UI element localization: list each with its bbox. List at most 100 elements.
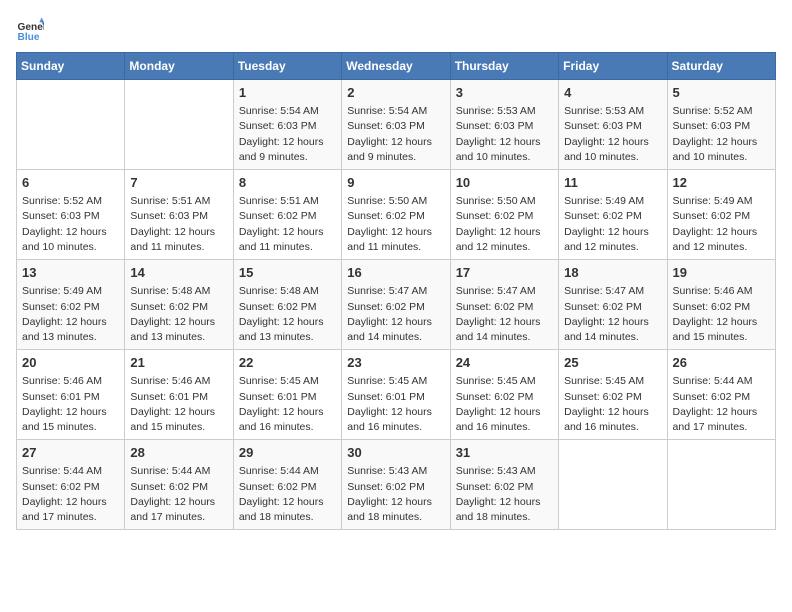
day-number: 6 <box>22 174 119 192</box>
calendar-cell: 17 Sunrise: 5:47 AM Sunset: 6:02 PM Dayli… <box>450 260 558 350</box>
calendar-cell: 16 Sunrise: 5:47 AM Sunset: 6:02 PM Dayli… <box>342 260 450 350</box>
calendar-cell: 24 Sunrise: 5:45 AM Sunset: 6:02 PM Dayli… <box>450 350 558 440</box>
day-number: 14 <box>130 264 227 282</box>
day-info: Sunrise: 5:54 AM Sunset: 6:03 PM Dayligh… <box>239 104 336 165</box>
day-info: Sunrise: 5:45 AM Sunset: 6:01 PM Dayligh… <box>239 374 336 435</box>
day-number: 5 <box>673 84 770 102</box>
day-number: 2 <box>347 84 444 102</box>
calendar-cell: 29Sunrise: 5:44 AM Sunset: 6:02 PM Dayli… <box>233 440 341 530</box>
calendar-cell <box>125 80 233 170</box>
calendar-cell: 10 Sunrise: 5:50 AM Sunset: 6:02 PM Dayli… <box>450 170 558 260</box>
day-info: Sunrise: 5:46 AM Sunset: 6:02 PM Dayligh… <box>673 284 770 345</box>
day-number: 30 <box>347 444 444 462</box>
calendar-cell <box>667 440 775 530</box>
calendar-cell: 9 Sunrise: 5:50 AM Sunset: 6:02 PM Daylig… <box>342 170 450 260</box>
day-number: 20 <box>22 354 119 372</box>
day-number: 11 <box>564 174 661 192</box>
col-header-tuesday: Tuesday <box>233 53 341 80</box>
day-info: Sunrise: 5:46 AM Sunset: 6:01 PM Dayligh… <box>130 374 227 435</box>
day-info: Sunrise: 5:47 AM Sunset: 6:02 PM Dayligh… <box>456 284 553 345</box>
day-info: Sunrise: 5:54 AM Sunset: 6:03 PM Dayligh… <box>347 104 444 165</box>
day-number: 9 <box>347 174 444 192</box>
day-info: Sunrise: 5:49 AM Sunset: 6:02 PM Dayligh… <box>673 194 770 255</box>
day-info: Sunrise: 5:51 AM Sunset: 6:02 PM Dayligh… <box>239 194 336 255</box>
day-info: Sunrise: 5:49 AM Sunset: 6:02 PM Dayligh… <box>22 284 119 345</box>
calendar-cell: 13 Sunrise: 5:49 AM Sunset: 6:02 PM Dayli… <box>17 260 125 350</box>
day-info: Sunrise: 5:48 AM Sunset: 6:02 PM Dayligh… <box>130 284 227 345</box>
calendar-cell: 19Sunrise: 5:46 AM Sunset: 6:02 PM Dayli… <box>667 260 775 350</box>
day-number: 21 <box>130 354 227 372</box>
day-number: 23 <box>347 354 444 372</box>
day-info: Sunrise: 5:44 AM Sunset: 6:02 PM Dayligh… <box>22 464 119 525</box>
day-number: 29 <box>239 444 336 462</box>
day-number: 26 <box>673 354 770 372</box>
calendar-week-1: 1 Sunrise: 5:54 AM Sunset: 6:03 PM Daylig… <box>17 80 776 170</box>
day-number: 7 <box>130 174 227 192</box>
day-number: 4 <box>564 84 661 102</box>
calendar-cell: 2 Sunrise: 5:54 AM Sunset: 6:03 PM Daylig… <box>342 80 450 170</box>
calendar-cell: 1 Sunrise: 5:54 AM Sunset: 6:03 PM Daylig… <box>233 80 341 170</box>
calendar-cell: 7 Sunrise: 5:51 AM Sunset: 6:03 PM Daylig… <box>125 170 233 260</box>
col-header-saturday: Saturday <box>667 53 775 80</box>
day-info: Sunrise: 5:49 AM Sunset: 6:02 PM Dayligh… <box>564 194 661 255</box>
col-header-friday: Friday <box>559 53 667 80</box>
day-info: Sunrise: 5:50 AM Sunset: 6:02 PM Dayligh… <box>347 194 444 255</box>
calendar-cell: 15 Sunrise: 5:48 AM Sunset: 6:02 PM Dayli… <box>233 260 341 350</box>
calendar-cell: 25 Sunrise: 5:45 AM Sunset: 6:02 PM Dayli… <box>559 350 667 440</box>
calendar-cell: 30 Sunrise: 5:43 AM Sunset: 6:02 PM Dayli… <box>342 440 450 530</box>
day-info: Sunrise: 5:50 AM Sunset: 6:02 PM Dayligh… <box>456 194 553 255</box>
day-number: 31 <box>456 444 553 462</box>
calendar-cell <box>559 440 667 530</box>
day-info: Sunrise: 5:43 AM Sunset: 6:02 PM Dayligh… <box>347 464 444 525</box>
day-number: 15 <box>239 264 336 282</box>
day-info: Sunrise: 5:53 AM Sunset: 6:03 PM Dayligh… <box>456 104 553 165</box>
day-info: Sunrise: 5:48 AM Sunset: 6:02 PM Dayligh… <box>239 284 336 345</box>
day-info: Sunrise: 5:44 AM Sunset: 6:02 PM Dayligh… <box>130 464 227 525</box>
calendar-cell: 3 Sunrise: 5:53 AM Sunset: 6:03 PM Daylig… <box>450 80 558 170</box>
calendar-cell: 31 Sunrise: 5:43 AM Sunset: 6:02 PM Dayli… <box>450 440 558 530</box>
calendar-cell: 21 Sunrise: 5:46 AM Sunset: 6:01 PM Dayli… <box>125 350 233 440</box>
page-header: General Blue <box>16 16 776 44</box>
day-info: Sunrise: 5:52 AM Sunset: 6:03 PM Dayligh… <box>22 194 119 255</box>
calendar-cell: 27 Sunrise: 5:44 AM Sunset: 6:02 PM Dayli… <box>17 440 125 530</box>
calendar-cell: 23 Sunrise: 5:45 AM Sunset: 6:01 PM Dayli… <box>342 350 450 440</box>
calendar-week-5: 27 Sunrise: 5:44 AM Sunset: 6:02 PM Dayli… <box>17 440 776 530</box>
calendar-cell: 12 Sunrise: 5:49 AM Sunset: 6:02 PM Dayli… <box>667 170 775 260</box>
calendar-header: SundayMondayTuesdayWednesdayThursdayFrid… <box>17 53 776 80</box>
col-header-wednesday: Wednesday <box>342 53 450 80</box>
calendar-cell: 14 Sunrise: 5:48 AM Sunset: 6:02 PM Dayli… <box>125 260 233 350</box>
calendar-cell: 18 Sunrise: 5:47 AM Sunset: 6:02 PM Dayli… <box>559 260 667 350</box>
calendar-week-4: 20 Sunrise: 5:46 AM Sunset: 6:01 PM Dayli… <box>17 350 776 440</box>
day-number: 17 <box>456 264 553 282</box>
calendar-cell: 26 Sunrise: 5:44 AM Sunset: 6:02 PM Dayli… <box>667 350 775 440</box>
day-number: 27 <box>22 444 119 462</box>
day-number: 3 <box>456 84 553 102</box>
day-info: Sunrise: 5:45 AM Sunset: 6:02 PM Dayligh… <box>564 374 661 435</box>
day-info: Sunrise: 5:47 AM Sunset: 6:02 PM Dayligh… <box>347 284 444 345</box>
day-info: Sunrise: 5:44 AM Sunset: 6:02 PM Dayligh… <box>673 374 770 435</box>
calendar-cell: 6 Sunrise: 5:52 AM Sunset: 6:03 PM Daylig… <box>17 170 125 260</box>
day-number: 1 <box>239 84 336 102</box>
day-info: Sunrise: 5:43 AM Sunset: 6:02 PM Dayligh… <box>456 464 553 525</box>
logo-icon: General Blue <box>16 16 44 44</box>
day-number: 8 <box>239 174 336 192</box>
calendar-cell: 4 Sunrise: 5:53 AM Sunset: 6:03 PM Daylig… <box>559 80 667 170</box>
day-number: 28 <box>130 444 227 462</box>
day-info: Sunrise: 5:45 AM Sunset: 6:02 PM Dayligh… <box>456 374 553 435</box>
day-info: Sunrise: 5:47 AM Sunset: 6:02 PM Dayligh… <box>564 284 661 345</box>
day-number: 12 <box>673 174 770 192</box>
day-number: 24 <box>456 354 553 372</box>
col-header-thursday: Thursday <box>450 53 558 80</box>
logo: General Blue <box>16 16 50 44</box>
day-number: 13 <box>22 264 119 282</box>
day-info: Sunrise: 5:45 AM Sunset: 6:01 PM Dayligh… <box>347 374 444 435</box>
svg-text:Blue: Blue <box>18 32 40 43</box>
day-number: 18 <box>564 264 661 282</box>
day-info: Sunrise: 5:53 AM Sunset: 6:03 PM Dayligh… <box>564 104 661 165</box>
calendar-cell: 28 Sunrise: 5:44 AM Sunset: 6:02 PM Dayli… <box>125 440 233 530</box>
day-number: 16 <box>347 264 444 282</box>
day-number: 10 <box>456 174 553 192</box>
calendar-cell <box>17 80 125 170</box>
day-number: 25 <box>564 354 661 372</box>
day-info: Sunrise: 5:51 AM Sunset: 6:03 PM Dayligh… <box>130 194 227 255</box>
